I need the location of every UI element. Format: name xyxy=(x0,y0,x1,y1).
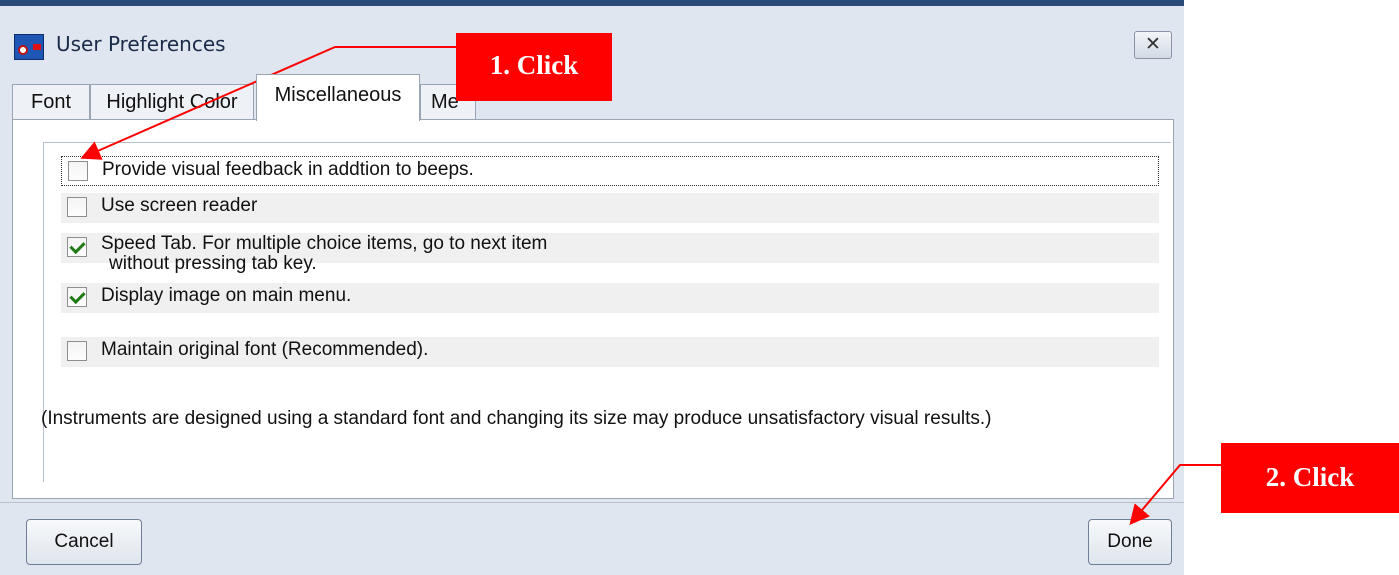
tab-miscellaneous[interactable]: Miscellaneous xyxy=(256,74,420,121)
annotation-arrows xyxy=(80,46,1221,526)
step2-arrow xyxy=(1129,464,1221,526)
